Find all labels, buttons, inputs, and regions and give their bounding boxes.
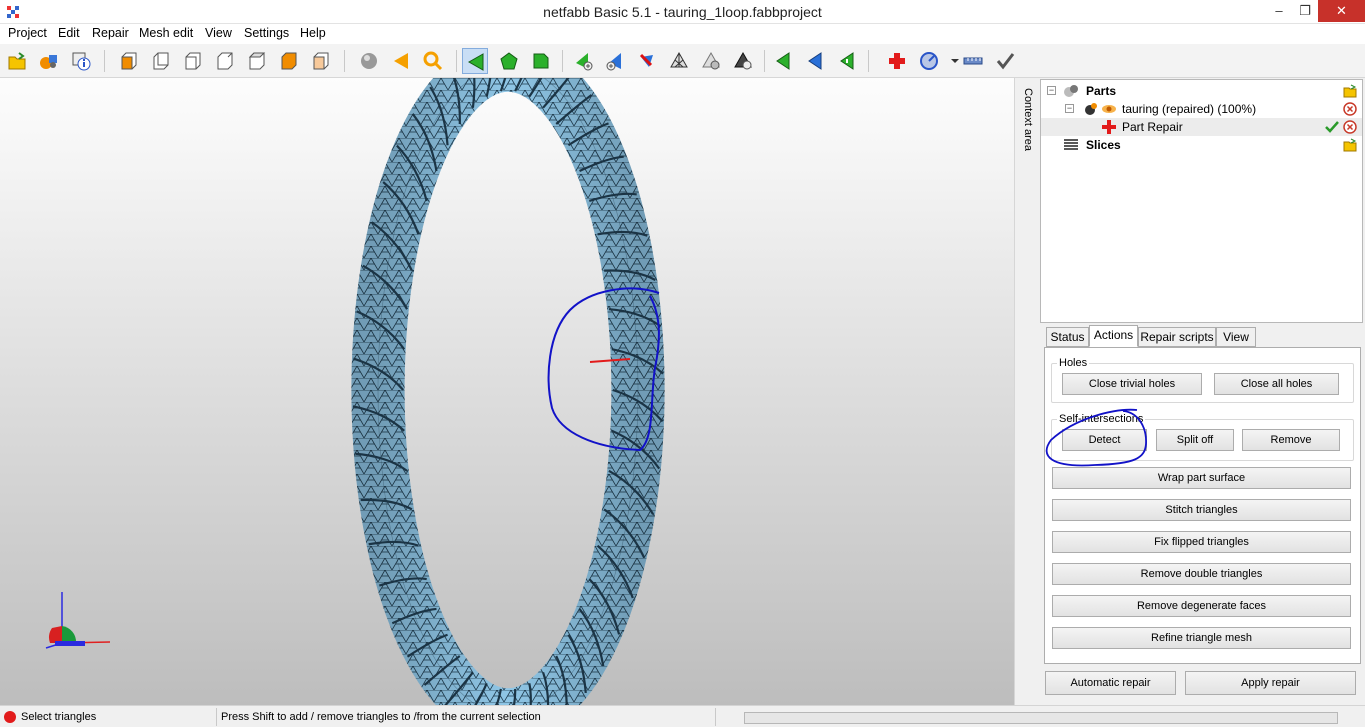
repair-tabs-area: Status Actions Repair scripts View Holes… [1040,323,1363,705]
context-area-strip[interactable]: Context area [1014,78,1040,705]
toolbar-separator [764,50,765,72]
tree-row-repair[interactable]: Part Repair [1041,118,1362,136]
selection-mode-icon [4,711,16,723]
triangle-shade-icon[interactable] [388,48,414,74]
part-icon [1085,103,1097,115]
menu-bar: Project Edit Repair Mesh edit View Setti… [0,24,1365,44]
toolbar-separator [104,50,105,72]
sphere-icon[interactable] [356,48,382,74]
view-iso-icon[interactable] [308,48,334,74]
repair-cross-icon [1102,120,1116,134]
checkmark-icon[interactable] [992,48,1018,74]
apply-repair-button[interactable]: Apply repair [1185,671,1356,695]
tab-view[interactable]: View [1216,327,1256,347]
annotation-circle-detect [1045,408,1147,467]
open-folder-icon[interactable] [1343,84,1357,98]
tree-row-parts[interactable]: − Parts [1041,82,1362,100]
collapse-icon[interactable]: − [1047,86,1056,95]
close-button[interactable]: ✕ [1318,0,1365,22]
blue-arrow-icon[interactable] [802,48,828,74]
tree-label-part: tauring (repaired) (100%) [1122,102,1257,116]
select-triangles-icon[interactable] [462,48,488,74]
main-toolbar [0,44,1365,78]
cancel-circle-icon[interactable] [1343,120,1357,134]
tree-row-slices[interactable]: Slices [1041,136,1362,154]
parts-icon [1064,85,1078,97]
torus-mesh [351,78,665,705]
tab-status[interactable]: Status [1046,327,1089,347]
status-separator [715,708,716,726]
add-point-icon[interactable] [602,48,628,74]
parts-tree: − Parts − tauring (repaired) (100%) Part… [1040,79,1363,323]
status-bar: Select triangles Press Shift to add / re… [0,705,1365,727]
maximize-button[interactable]: ❐ [1290,0,1320,22]
remove-circle-icon[interactable] [1343,102,1357,116]
tree-label-repair: Part Repair [1122,120,1183,134]
add-triangle-icon[interactable] [570,48,596,74]
green-arrow-icon[interactable] [770,48,796,74]
progress-bar [744,712,1338,724]
open-folder-icon[interactable] [1343,138,1357,152]
remove-triangle-icon[interactable] [634,48,660,74]
part-info-icon[interactable] [68,48,94,74]
menu-edit[interactable]: Edit [58,26,80,40]
menu-view[interactable]: View [205,26,232,40]
status-separator [216,708,217,726]
actions-panel: Holes Close trivial holes Close all hole… [1044,347,1361,664]
mesh-render [45,78,665,705]
slices-icon [1064,139,1078,150]
add-part-icon[interactable] [36,48,62,74]
tree-row-part[interactable]: − tauring (repaired) (100%) [1041,100,1362,118]
visibility-eye-icon[interactable] [1101,101,1117,117]
automatic-repair-button[interactable]: Automatic repair [1045,671,1176,695]
view-bottom-icon[interactable] [276,48,302,74]
menu-repair[interactable]: Repair [92,26,129,40]
toolbar-separator [456,50,457,72]
title-bar: netfabb Basic 5.1 - tauring_1loop.fabbpr… [0,0,1365,24]
select-surfaces-icon[interactable] [496,48,522,74]
3d-viewport[interactable] [0,78,1014,705]
apply-check-icon[interactable] [1325,120,1339,134]
window-title: netfabb Basic 5.1 - tauring_1loop.fabbpr… [543,4,822,20]
view-right-icon[interactable] [212,48,238,74]
menu-project[interactable]: Project [8,26,47,40]
menu-settings[interactable]: Settings [244,26,289,40]
view-top-icon[interactable] [244,48,270,74]
ruler-icon[interactable] [960,48,986,74]
toolbar-separator [562,50,563,72]
tree-label-parts: Parts [1086,84,1117,98]
mesh-icon[interactable] [666,48,692,74]
open-project-icon[interactable] [4,48,30,74]
view-front-icon[interactable] [116,48,142,74]
status-hint: Press Shift to add / remove triangles to… [221,711,541,723]
axis-gizmo [45,592,111,649]
toolbar-separator [868,50,869,72]
select-shells-icon[interactable] [528,48,554,74]
status-mode: Select triangles [21,711,97,723]
zoom-icon[interactable] [420,48,446,74]
menu-mesh-edit[interactable]: Mesh edit [139,26,193,40]
tree-label-slices: Slices [1086,138,1121,152]
menu-help[interactable]: Help [300,26,326,40]
tab-repair-scripts[interactable]: Repair scripts [1138,327,1216,347]
delete-shell-icon[interactable] [730,48,756,74]
delete-point-icon[interactable] [698,48,724,74]
view-back-icon[interactable] [148,48,174,74]
collapse-icon[interactable]: − [1065,104,1074,113]
toolbar-separator [344,50,345,72]
context-area-label: Context area [1022,88,1034,151]
settings-gauge-icon[interactable] [916,48,942,74]
tab-actions[interactable]: Actions [1089,325,1138,347]
green-arrow-select-icon[interactable] [834,48,860,74]
repair-cross-icon[interactable] [884,48,910,74]
view-left-icon[interactable] [180,48,206,74]
